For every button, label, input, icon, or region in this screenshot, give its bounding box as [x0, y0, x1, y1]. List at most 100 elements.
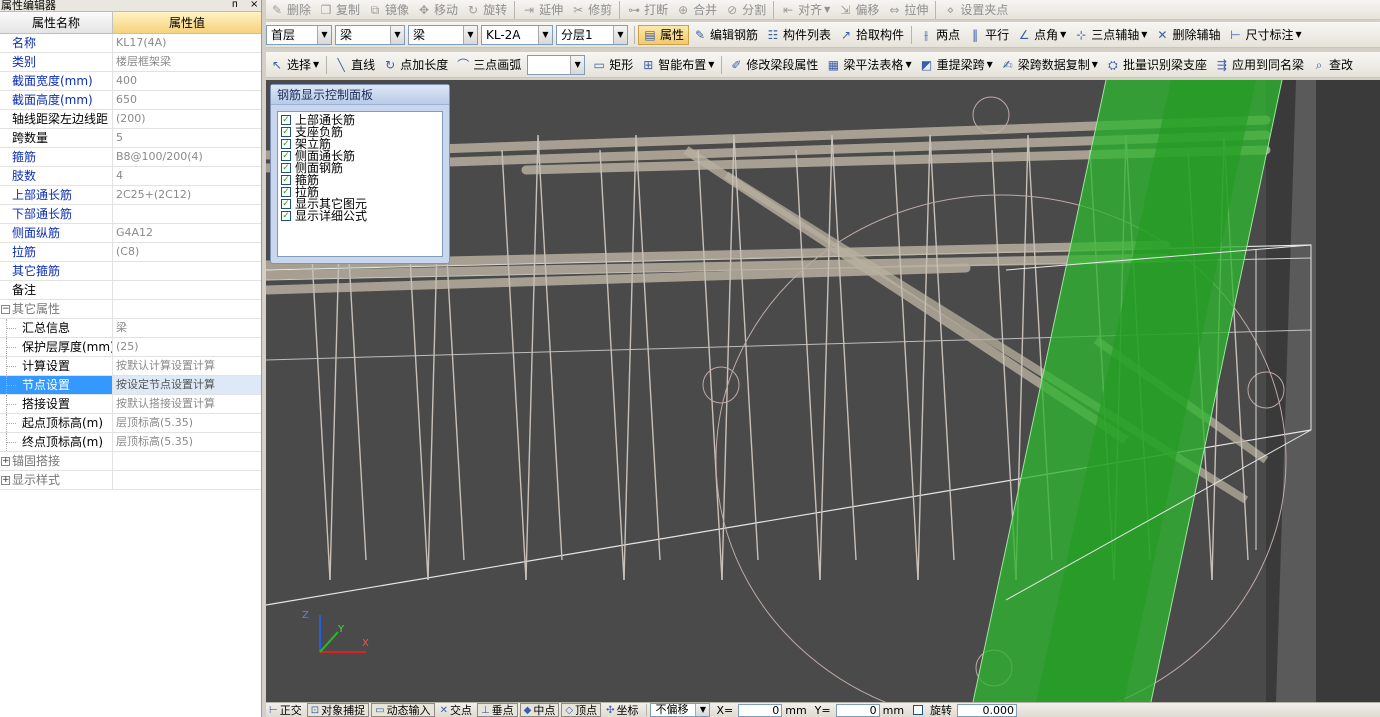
property-row[interactable]: − 其它属性: [0, 300, 261, 319]
mirror-button[interactable]: ⧉ 镜像: [364, 0, 413, 19]
property-row[interactable]: 汇总信息 梁: [0, 319, 261, 338]
property-row[interactable]: 起点顶标高(m) 层顶标高(5.35): [0, 414, 261, 433]
dynamic-input-button[interactable]: ▭ 动态输入: [371, 703, 435, 717]
add-length-button[interactable]: ↻ 点加长度: [379, 55, 452, 75]
component-select[interactable]: KL-2A ▼: [481, 24, 553, 45]
property-value[interactable]: [113, 281, 261, 299]
smart-layout-button[interactable]: ⊞ 智能布置 ▼: [637, 55, 718, 75]
rotate-input[interactable]: 0.000: [957, 703, 1018, 717]
property-row[interactable]: 截面高度(mm) 650: [0, 91, 261, 110]
offset-mode-select[interactable]: 不偏移 ▼: [650, 703, 711, 717]
merge-button[interactable]: ⊕ 合并: [672, 0, 721, 19]
property-row[interactable]: 箍筋 B8@100/200(4): [0, 148, 261, 167]
type-select[interactable]: 梁 ▼: [408, 24, 478, 45]
apply-same-name-button[interactable]: ⇶ 应用到同名梁: [1211, 55, 1308, 75]
rotate-button[interactable]: ↻ 旋转: [462, 0, 511, 19]
property-value[interactable]: 梁: [113, 319, 261, 337]
perpendicular-snap-button[interactable]: ⊥ 垂点: [476, 703, 518, 717]
property-row[interactable]: 名称 KL17(4A): [0, 34, 261, 53]
checkbox-checked-icon[interactable]: ✓: [281, 175, 291, 185]
three-point-arc-button[interactable]: ⌒ 三点画弧: [452, 55, 525, 75]
category-select[interactable]: 梁 ▼: [335, 24, 405, 45]
move-button[interactable]: ✥ 移动: [413, 0, 462, 19]
parallel-button[interactable]: ‖ 平行: [964, 25, 1013, 45]
checkbox-checked-icon[interactable]: ✓: [281, 115, 291, 125]
property-row[interactable]: + 锚固搭接: [0, 452, 261, 471]
rectangle-button[interactable]: ▭ 矩形: [588, 55, 637, 75]
checkbox-checked-icon[interactable]: ✓: [281, 211, 291, 221]
property-value[interactable]: [113, 471, 261, 489]
layer-select[interactable]: 分层1 ▼: [556, 24, 628, 45]
two-points-button[interactable]: ⫲ 两点: [915, 25, 964, 45]
property-row[interactable]: 肢数 4: [0, 167, 261, 186]
checkbox-checked-icon[interactable]: ✓: [281, 151, 291, 161]
property-value[interactable]: (C8): [113, 243, 261, 261]
floor-select[interactable]: 首层 ▼: [266, 24, 332, 45]
extend-button[interactable]: ⇥ 延伸: [518, 0, 567, 19]
plan-table-button[interactable]: ▦ 梁平法表格 ▼: [822, 55, 915, 75]
property-value[interactable]: 4: [113, 167, 261, 185]
copy-button[interactable]: ❐ 复制: [315, 0, 364, 19]
close-icon[interactable]: ×: [250, 0, 258, 10]
property-value[interactable]: 650: [113, 91, 261, 109]
property-row[interactable]: 跨数量 5: [0, 129, 261, 148]
property-button[interactable]: ▤ 属性: [638, 24, 690, 45]
property-value[interactable]: 按默认搭接设置计算: [113, 395, 261, 413]
property-value[interactable]: [113, 205, 261, 223]
arc-mode-select[interactable]: ▼: [527, 54, 586, 75]
rotate-checkbox[interactable]: [913, 705, 924, 715]
property-value[interactable]: [113, 300, 261, 318]
checkbox-checked-icon[interactable]: ✓: [281, 139, 291, 149]
intersection-snap-button[interactable]: ✕ 交点: [437, 703, 475, 717]
checkbox-checked-icon[interactable]: ✓: [281, 199, 291, 209]
property-value[interactable]: 层顶标高(5.35): [113, 433, 261, 451]
property-value[interactable]: (200): [113, 110, 261, 128]
span-copy-button[interactable]: ✍ 梁跨数据复制 ▼: [997, 55, 1102, 75]
property-row[interactable]: 轴线距梁左边线距 (200): [0, 110, 261, 129]
checkbox-checked-icon[interactable]: ✓: [281, 187, 291, 197]
offset-button[interactable]: ⇲ 偏移: [834, 0, 883, 19]
dimension-button[interactable]: ⊢ 尺寸标注 ▼: [1224, 25, 1305, 45]
property-value[interactable]: (25): [113, 338, 261, 356]
line-button[interactable]: ╲ 直线: [330, 55, 379, 75]
vertex-snap-button[interactable]: ◇ 顶点: [561, 703, 602, 717]
trim-button[interactable]: ✂ 修剪: [567, 0, 616, 19]
property-row[interactable]: 节点设置 按设定节点设置计算: [0, 376, 261, 395]
property-row[interactable]: 搭接设置 按默认搭接设置计算: [0, 395, 261, 414]
pick-component-button[interactable]: ↗ 拾取构件: [835, 25, 908, 45]
property-row[interactable]: 上部通长筋 2C25+(2C12): [0, 186, 261, 205]
collapse-icon[interactable]: −: [1, 305, 10, 314]
property-value[interactable]: KL17(4A): [113, 34, 261, 52]
ortho-button[interactable]: ⊢ 正交: [266, 703, 305, 717]
delete-button[interactable]: ✎ 删除: [266, 0, 315, 19]
property-row[interactable]: 下部通长筋: [0, 205, 261, 224]
property-row[interactable]: 侧面纵筋 G4A12: [0, 224, 261, 243]
property-value[interactable]: [113, 262, 261, 280]
property-value[interactable]: 400: [113, 72, 261, 90]
property-value[interactable]: 楼层框架梁: [113, 53, 261, 71]
delete-aux-button[interactable]: ✕ 删除辅轴: [1151, 25, 1224, 45]
property-value[interactable]: 5: [113, 129, 261, 147]
property-row[interactable]: 备注: [0, 281, 261, 300]
batch-identify-button[interactable]: ⛭ 批量识别梁支座: [1102, 55, 1211, 75]
property-row[interactable]: 终点顶标高(m) 层顶标高(5.35): [0, 433, 261, 452]
property-row[interactable]: 拉筋 (C8): [0, 243, 261, 262]
property-value[interactable]: B8@100/200(4): [113, 148, 261, 166]
y-input[interactable]: 0: [835, 703, 880, 717]
three-point-aux-button[interactable]: ⊹ 三点辅轴 ▼: [1070, 25, 1151, 45]
x-input[interactable]: 0: [738, 703, 783, 717]
reextract-span-button[interactable]: ◩ 重提梁跨 ▼: [916, 55, 997, 75]
property-value[interactable]: 按设定节点设置计算: [113, 376, 261, 394]
pin-icon[interactable]: ᴨ: [232, 0, 238, 10]
modify-span-button[interactable]: ✐ 修改梁段属性: [725, 55, 822, 75]
osnap-button[interactable]: ⊡ 对象捕捉: [306, 703, 370, 717]
property-value[interactable]: 层顶标高(5.35): [113, 414, 261, 432]
property-row[interactable]: 保护层厚度(mm) (25): [0, 338, 261, 357]
align-button[interactable]: ⇤ 对齐 ▼: [777, 0, 834, 19]
select-button[interactable]: ↖ 选择 ▼: [266, 55, 323, 75]
property-value[interactable]: 按默认计算设置计算: [113, 357, 261, 375]
stretch-button[interactable]: ⇔ 拉伸: [883, 0, 932, 19]
rebar-display-option[interactable]: ✓ 显示详细公式: [281, 210, 439, 222]
component-list-button[interactable]: ☷ 构件列表: [762, 25, 835, 45]
set-grip-button[interactable]: ⋄ 设置夹点: [939, 0, 1012, 19]
